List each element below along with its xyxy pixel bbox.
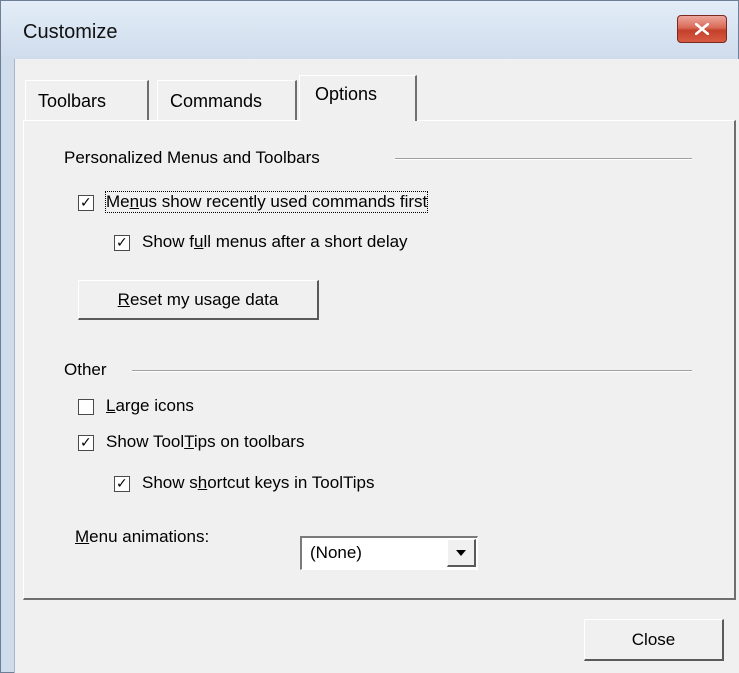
- tab-toolbars[interactable]: Toolbars: [25, 80, 149, 120]
- tab-commands[interactable]: Commands: [157, 80, 297, 120]
- window-title: Customize: [23, 21, 118, 43]
- close-button[interactable]: Close: [584, 619, 724, 661]
- tab-commands-label: Commands: [170, 91, 263, 111]
- dialog-body: Toolbars Commands Options Personalized M…: [14, 59, 739, 673]
- customize-dialog: Customize Toolbars Commands Options Pers…: [0, 0, 739, 673]
- window-close-button[interactable]: [677, 15, 727, 43]
- close-x-icon: [695, 23, 709, 35]
- title-bar[interactable]: Customize: [1, 1, 738, 59]
- tab-options-label: Options: [315, 84, 378, 104]
- tab-toolbars-label: Toolbars: [38, 91, 107, 111]
- options-tab-panel: [23, 120, 736, 600]
- tab-options[interactable]: Options: [299, 75, 417, 121]
- close-button-label: Close: [631, 630, 676, 649]
